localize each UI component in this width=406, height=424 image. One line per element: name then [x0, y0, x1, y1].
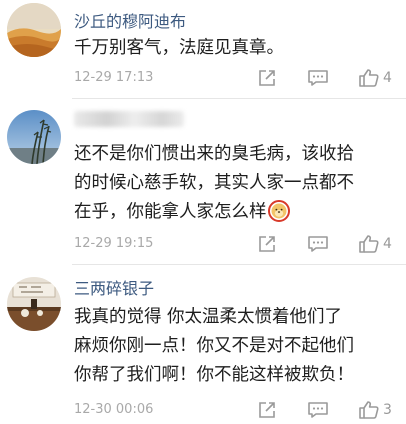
share-icon: [259, 236, 275, 252]
username[interactable]: 三两碎银子: [74, 275, 154, 299]
comment-line-last: 在乎，你能拿人家怎么样: [74, 198, 394, 227]
comment-timestamp: 12-29 19:15: [74, 236, 154, 251]
share-button[interactable]: [257, 68, 277, 88]
reeds-and-sky-avatar: [7, 110, 61, 164]
like-count: 4: [383, 236, 392, 252]
like-button[interactable]: [358, 400, 380, 420]
comment-timestamp: 12-30 00:06: [74, 402, 154, 417]
comment-line: 千万别客气，法庭见真章。: [74, 38, 284, 58]
comment-line: 麻烦你刚一点！你又不是对不起他们: [74, 336, 354, 356]
share-icon: [259, 402, 275, 418]
like-count: 4: [383, 70, 392, 86]
share-icon: [259, 70, 275, 86]
reply-button[interactable]: [307, 400, 329, 420]
comment-icon: [308, 236, 328, 252]
like-button[interactable]: [358, 68, 380, 88]
comment-meta: 12-29 17:13 4: [74, 68, 406, 88]
comment-timestamp: 12-29 17:13: [74, 70, 154, 85]
comment-meta: 12-29 19:15 4: [74, 234, 406, 254]
comment-line: 的时候心慈手软，其实人家一点都不: [74, 173, 354, 193]
thumbs-up-icon: [359, 401, 379, 419]
comment-item: 沙丘的穆阿迪布 千万别客气，法庭见真章。 12-29 17:13 4: [0, 0, 406, 96]
comment-line-text: 在乎，你能拿人家怎么样: [74, 202, 267, 222]
comment-text: 还不是你们惯出来的臭毛病，该收拾 的时候心慈手软，其实人家一点都不 在乎，你能拿…: [74, 140, 394, 227]
comment-meta: 12-30 00:06 3: [74, 400, 406, 420]
reply-button[interactable]: [307, 234, 329, 254]
share-button[interactable]: [257, 234, 277, 254]
comment-line: 我真的觉得 你太温柔太惯着他们了: [74, 307, 343, 327]
like-count: 3: [383, 402, 392, 418]
doge-emoji: [271, 203, 286, 219]
username[interactable]: 沙丘的穆阿迪布: [74, 8, 186, 32]
desert-dune-avatar: [7, 3, 61, 57]
tea-table-avatar: [7, 277, 61, 331]
comment-item: 三两碎银子 我真的觉得 你太温柔太惯着他们了 麻烦你刚一点！你又不是对不起他们 …: [0, 265, 406, 424]
comment-icon: [308, 70, 328, 86]
comment-list: 沙丘的穆阿迪布 千万别客气，法庭见真章。 12-29 17:13 4 还不是你们…: [0, 0, 406, 424]
reply-button[interactable]: [307, 68, 329, 88]
comment-text: 我真的觉得 你太温柔太惯着他们了 麻烦你刚一点！你又不是对不起他们 你帮了我们啊…: [74, 303, 394, 390]
comment-icon: [308, 402, 328, 418]
username-blurred: [74, 111, 184, 127]
avatar[interactable]: [7, 3, 61, 57]
avatar[interactable]: [7, 277, 61, 331]
comment-line: 还不是你们惯出来的臭毛病，该收拾: [74, 144, 354, 164]
share-button[interactable]: [257, 400, 277, 420]
thumbs-up-icon: [359, 69, 379, 87]
avatar[interactable]: [7, 110, 61, 164]
like-button[interactable]: [358, 234, 380, 254]
comment-item: 还不是你们惯出来的臭毛病，该收拾 的时候心慈手软，其实人家一点都不 在乎，你能拿…: [0, 99, 406, 261]
thumbs-up-icon: [359, 235, 379, 253]
emoji-highlight: [267, 200, 290, 222]
comment-line: 你帮了我们啊！你不能这样被欺负！: [74, 365, 354, 385]
comment-text: 千万别客气，法庭见真章。: [74, 34, 394, 63]
